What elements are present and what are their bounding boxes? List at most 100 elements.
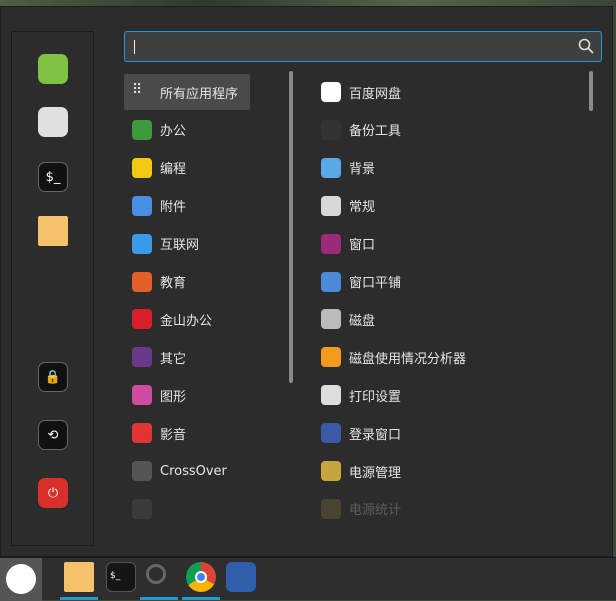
app-item-label: 百度网盘 [349, 86, 402, 102]
category-item-icon [132, 385, 152, 406]
app-item[interactable]: 电源管理 [313, 453, 401, 489]
terminal-launcher[interactable]: $_ [106, 562, 136, 592]
app-item-label: 窗口 [349, 238, 376, 254]
shutdown-button[interactable]: ⏻ [38, 478, 68, 508]
category-item-icon [132, 233, 152, 254]
category-item[interactable]: 其它 [124, 339, 186, 375]
category-item-icon: ⠿ [132, 82, 143, 98]
taskbar: $_ [0, 557, 616, 601]
mountain-logo-icon [6, 564, 36, 594]
favorites-sidebar: $_ 🔒 ⟲ ⏻ [11, 31, 94, 546]
menu-launcher[interactable] [0, 558, 42, 601]
app-item[interactable]: 磁盘使用情况分析器 [313, 339, 466, 375]
category-item-icon [132, 271, 152, 292]
chrome-icon [195, 571, 207, 583]
search-icon[interactable] [578, 38, 594, 54]
category-item-label: 教育 [160, 276, 187, 291]
app-item[interactable]: 窗口 [313, 226, 375, 262]
category-item[interactable]: 编程 [124, 150, 186, 186]
app-item-label: 磁盘 [349, 313, 376, 329]
files-button[interactable] [38, 216, 68, 246]
category-item-label: 编程 [160, 162, 187, 178]
screenshot-launcher[interactable] [226, 562, 256, 592]
category-item-label: 互联网 [160, 238, 200, 254]
app-item-icon [321, 498, 341, 519]
category-item-icon [132, 423, 152, 444]
files-launcher[interactable] [64, 562, 94, 592]
category-item[interactable]: 图形 [124, 377, 186, 413]
category-item[interactable]: CrossOver [124, 453, 227, 489]
software-manager-button[interactable] [38, 54, 68, 84]
app-item-icon [321, 119, 341, 140]
category-item-label: 影音 [160, 427, 187, 443]
category-item[interactable]: 附件 [124, 188, 186, 224]
category-item-label: 所有应用程序 [160, 86, 239, 102]
terminal-button[interactable]: $_ [38, 162, 68, 192]
category-item-icon [132, 157, 152, 178]
app-item[interactable]: 背景 [313, 150, 375, 186]
app-item-icon [321, 347, 341, 368]
app-item-icon [321, 423, 341, 444]
magnifier-icon [146, 564, 166, 584]
category-item-icon [132, 119, 152, 140]
app-item-icon [321, 195, 341, 216]
category-item-label: 办公 [160, 124, 187, 140]
category-item-label: 其它 [160, 351, 187, 367]
app-item[interactable]: 备份工具 [313, 112, 401, 148]
app-item-label: 窗口平铺 [349, 276, 402, 291]
category-item-icon [132, 498, 152, 519]
search-input[interactable] [124, 31, 602, 62]
shutdown-icon: ⏻ [47, 485, 59, 501]
app-item-label: 备份工具 [349, 124, 402, 140]
category-item-label: 图形 [160, 389, 187, 405]
app-item-label: 登录窗口 [349, 427, 402, 443]
category-item-label: CrossOver [160, 463, 227, 479]
app-item-label: 常规 [349, 200, 376, 216]
app-item-icon [321, 385, 341, 406]
app-item-icon [321, 157, 341, 178]
app-scrollbar[interactable] [589, 71, 593, 111]
app-item[interactable]: 登录窗口 [313, 415, 401, 451]
category-item-icon [132, 461, 152, 481]
app-item-icon [321, 271, 341, 292]
app-item[interactable]: 磁盘 [313, 301, 375, 337]
category-scrollbar[interactable] [289, 71, 293, 383]
app-item[interactable]: 打印设置 [313, 377, 401, 413]
category-item-icon [132, 309, 152, 330]
app-item[interactable]: 百度网盘 [313, 74, 401, 110]
lock-screen-icon: 🔒 [44, 369, 62, 385]
category-item[interactable] [124, 491, 160, 527]
app-item[interactable]: 窗口平铺 [313, 264, 401, 300]
app-item-label: 背景 [349, 162, 376, 178]
category-item[interactable]: 教育 [124, 264, 186, 300]
app-item-label: 打印设置 [349, 389, 402, 405]
category-item[interactable]: 金山办公 [124, 301, 212, 337]
app-item[interactable]: 电源统计 [313, 491, 401, 527]
category-item[interactable]: 办公 [124, 112, 186, 148]
category-item[interactable]: 影音 [124, 415, 186, 451]
chrome-launcher[interactable] [186, 562, 216, 592]
terminal-icon: $_ [45, 169, 61, 185]
app-item-label: 磁盘使用情况分析器 [349, 351, 467, 367]
category-item-icon [132, 195, 152, 216]
app-item-icon [321, 233, 341, 254]
search-launcher[interactable] [144, 562, 174, 592]
category-item-icon [132, 347, 152, 368]
application-menu: $_ 🔒 ⟲ ⏻ ⠿ 所有应用程序 办公编程附件互联网教育金山办公其它图形影音 CrossO… [0, 6, 613, 557]
app-item-label: 电源统计 [349, 503, 402, 519]
app-item-icon [321, 82, 341, 102]
terminal-icon: $_ [110, 571, 121, 581]
text-cursor [134, 40, 135, 54]
category-item[interactable]: ⠿ 所有应用程序 [124, 74, 250, 110]
app-item-icon [321, 309, 341, 330]
app-item[interactable]: 常规 [313, 188, 375, 224]
category-item[interactable]: 互联网 [124, 226, 199, 262]
logout-icon: ⟲ [47, 427, 59, 443]
logout-button[interactable]: ⟲ [38, 420, 68, 450]
settings-button[interactable] [38, 107, 68, 137]
category-item-label: 附件 [160, 200, 187, 216]
app-item-icon [321, 461, 341, 481]
category-item-label: 金山办公 [160, 313, 213, 329]
app-item-label: 电源管理 [349, 465, 402, 481]
lock-screen-button[interactable]: 🔒 [38, 362, 68, 392]
